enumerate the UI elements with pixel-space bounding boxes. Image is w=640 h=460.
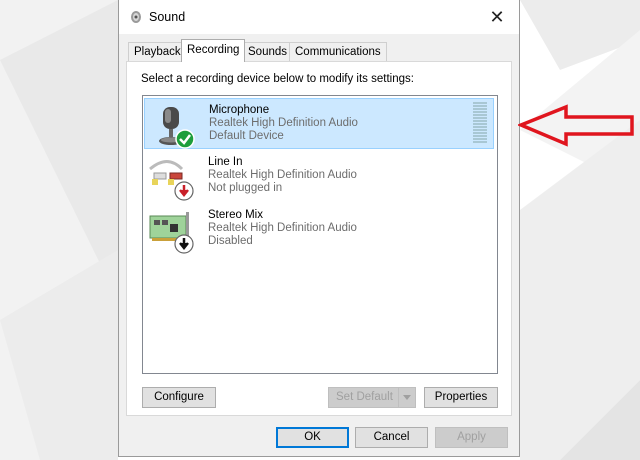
set-default-label: Set Default: [336, 391, 393, 403]
red-arrow-pointer: [518, 104, 634, 147]
level-meter: [473, 102, 487, 144]
device-item-microphone[interactable]: Microphone Realtek High Definition Audio…: [144, 98, 494, 149]
device-status: Default Device: [209, 130, 284, 142]
window-title: Sound: [149, 10, 186, 24]
recording-panel: Select a recording device below to modif…: [126, 61, 512, 416]
tab-communications[interactable]: Communications: [289, 42, 387, 61]
set-default-split-button[interactable]: Set Default: [328, 387, 416, 408]
green-check-badge: [175, 129, 195, 149]
line-in-cable-icon: [149, 160, 194, 201]
title-bar[interactable]: Sound ✕: [119, 0, 519, 34]
sound-card-icon: [149, 212, 194, 254]
device-status: Not plugged in: [208, 182, 283, 194]
microphone-icon: [159, 107, 195, 149]
speaker-app-icon: [131, 11, 141, 23]
device-driver: Realtek High Definition Audio: [208, 169, 357, 181]
cancel-button[interactable]: Cancel: [355, 427, 428, 448]
device-list[interactable]: Microphone Realtek High Definition Audio…: [142, 95, 498, 374]
sound-dialog: Sound ✕ Playback Recording Sounds Commun…: [118, 0, 520, 457]
tab-playback[interactable]: Playback: [128, 42, 187, 61]
tab-sounds[interactable]: Sounds: [242, 42, 294, 61]
device-status: Disabled: [208, 235, 253, 247]
close-icon: ✕: [489, 6, 505, 27]
ok-button[interactable]: OK: [276, 427, 349, 448]
configure-button[interactable]: Configure: [142, 387, 216, 408]
device-name: Microphone: [209, 104, 270, 116]
black-down-arrow-badge: [174, 234, 194, 254]
instruction-text: Select a recording device below to modif…: [141, 73, 414, 85]
chevron-down-icon[interactable]: [398, 388, 415, 407]
device-name: Line In: [208, 156, 243, 168]
close-button[interactable]: ✕: [475, 0, 519, 34]
device-driver: Realtek High Definition Audio: [209, 117, 358, 129]
device-driver: Realtek High Definition Audio: [208, 222, 357, 234]
properties-button[interactable]: Properties: [424, 387, 498, 408]
red-down-arrow-badge: [174, 181, 194, 201]
apply-button[interactable]: Apply: [435, 427, 508, 448]
device-item-line-in[interactable]: Line In Realtek High Definition Audio No…: [144, 151, 494, 202]
tab-recording[interactable]: Recording: [181, 39, 246, 62]
device-name: Stereo Mix: [208, 209, 263, 221]
device-item-stereo-mix[interactable]: Stereo Mix Realtek High Definition Audio…: [144, 204, 494, 255]
